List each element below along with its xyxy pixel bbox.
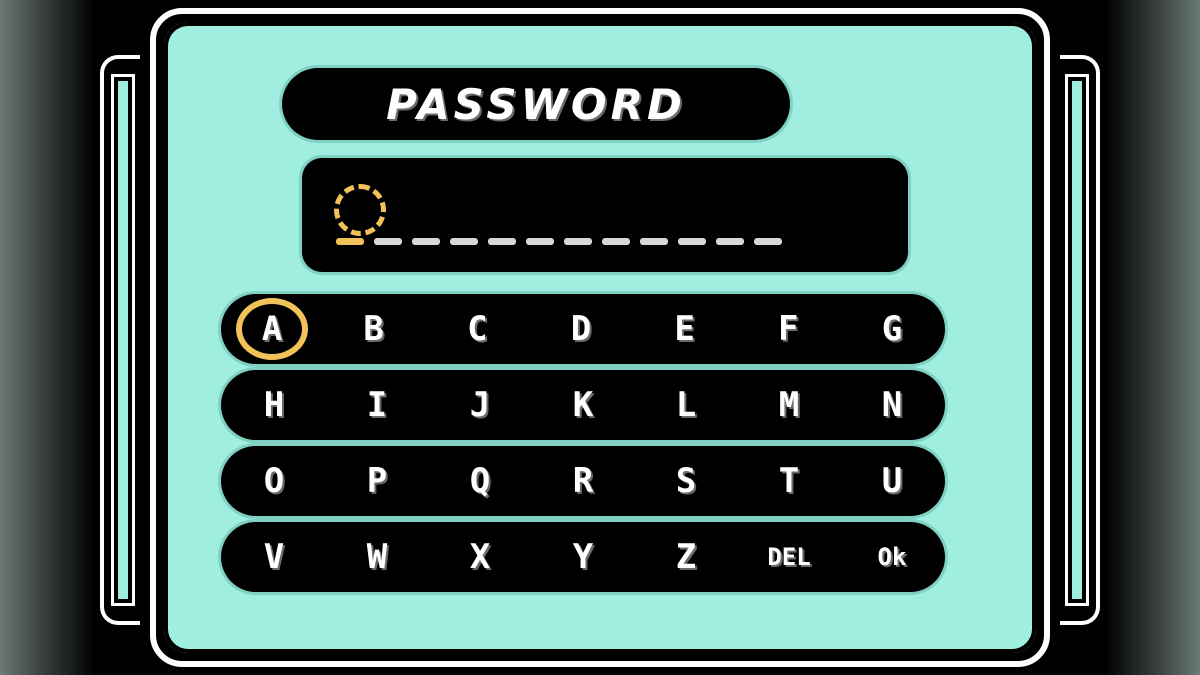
entry-slot xyxy=(488,238,516,245)
keyboard-row: OPQRSTU xyxy=(224,449,942,513)
key-i[interactable]: I xyxy=(339,375,415,435)
key-e[interactable]: E xyxy=(647,299,723,359)
key-p[interactable]: P xyxy=(339,451,415,511)
keyboard-row: V W X Y Z DEL Ok xyxy=(224,525,942,589)
entry-slot xyxy=(564,238,592,245)
key-l[interactable]: L xyxy=(648,375,724,435)
entry-slot xyxy=(754,238,782,245)
key-d[interactable]: D xyxy=(543,299,619,359)
title-banner: PASSWORD xyxy=(286,72,786,136)
entry-slot xyxy=(374,238,402,245)
keyboard-row: ABCDEFG xyxy=(224,297,942,361)
key-a[interactable]: A xyxy=(236,298,308,360)
entry-slot xyxy=(450,238,478,245)
key-t[interactable]: T xyxy=(751,451,827,511)
key-ok[interactable]: Ok xyxy=(854,527,930,587)
entry-slot xyxy=(336,238,364,245)
entry-slot xyxy=(716,238,744,245)
entry-slot xyxy=(412,238,440,245)
entry-slot xyxy=(526,238,554,245)
password-entry-field[interactable] xyxy=(306,162,904,268)
key-y[interactable]: Y xyxy=(545,527,621,587)
key-r[interactable]: R xyxy=(545,451,621,511)
character-keyboard: A B C D E F G H I J K L M N O P Q R S T U V W X Y Z DEL Ok xyxy=(224,297,942,601)
entry-slot xyxy=(640,238,668,245)
key-k[interactable]: K xyxy=(545,375,621,435)
key-m[interactable]: M xyxy=(751,375,827,435)
keyboard-row: HIJKLMN xyxy=(224,373,942,437)
key-q[interactable]: Q xyxy=(442,451,518,511)
key-f[interactable]: F xyxy=(750,299,826,359)
page-title: PASSWORD xyxy=(386,79,686,129)
key-x[interactable]: X xyxy=(442,527,518,587)
password-panel: PASSWORD A B C D E F G H I J K L M N O P Q R S T U V W X Y Z DEL Ok xyxy=(150,8,1050,667)
key-u[interactable]: U xyxy=(854,451,930,511)
key-h[interactable]: H xyxy=(236,375,312,435)
left-frame-bracket xyxy=(100,55,140,625)
key-o[interactable]: O xyxy=(236,451,312,511)
password-panel-inner: PASSWORD A B C D E F G H I J K L M N O P Q R S T U V W X Y Z DEL Ok xyxy=(164,22,1036,653)
key-s[interactable]: S xyxy=(648,451,724,511)
entry-slot xyxy=(602,238,630,245)
key-del[interactable]: DEL xyxy=(751,527,827,587)
entry-cursor xyxy=(334,184,386,236)
key-b[interactable]: B xyxy=(336,299,412,359)
key-j[interactable]: J xyxy=(442,375,518,435)
key-g[interactable]: G xyxy=(854,299,930,359)
entry-slot xyxy=(678,238,706,245)
key-w[interactable]: W xyxy=(339,527,415,587)
entry-slots xyxy=(336,238,782,245)
right-frame-bracket xyxy=(1060,55,1100,625)
key-v[interactable]: V xyxy=(236,527,312,587)
key-n[interactable]: N xyxy=(854,375,930,435)
key-z[interactable]: Z xyxy=(648,527,724,587)
key-c[interactable]: C xyxy=(439,299,515,359)
